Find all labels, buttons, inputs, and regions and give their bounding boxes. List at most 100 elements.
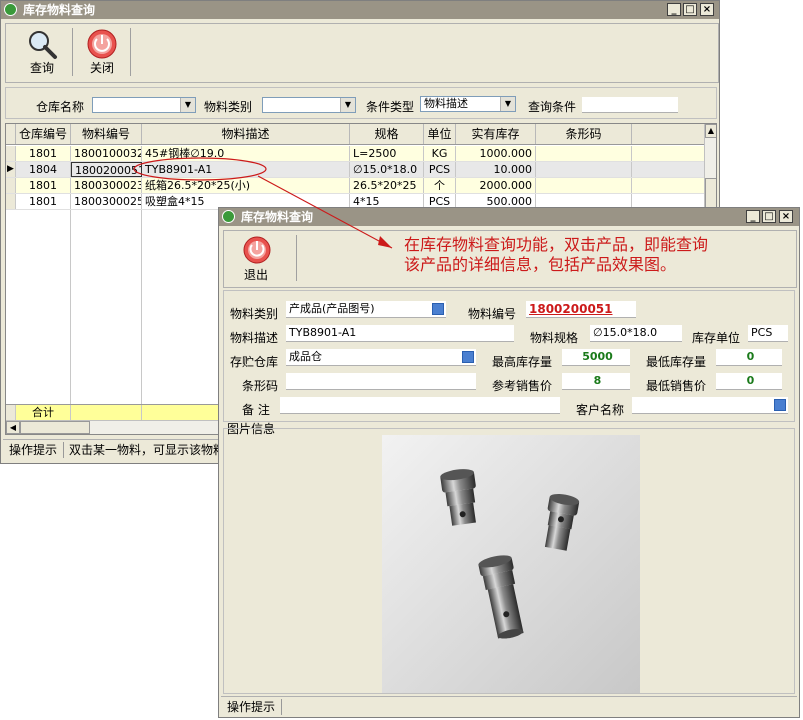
- max-stock-field[interactable]: 5000: [562, 349, 630, 366]
- min-stock-value: 0: [746, 350, 755, 363]
- cell-spec: 26.5*20*25: [350, 178, 424, 193]
- col-spec[interactable]: 规格: [350, 124, 424, 144]
- annotation-line-2: 该产品的详细信息，包括产品效果图。: [404, 255, 677, 274]
- remark-field[interactable]: [280, 397, 560, 414]
- min-price-value: 0: [746, 374, 755, 387]
- minimize-button[interactable]: _: [746, 210, 760, 223]
- warehouse-select[interactable]: ▼: [92, 97, 196, 113]
- total-label: 合计: [16, 405, 71, 420]
- main-window-title: 库存物料查询: [23, 3, 96, 17]
- scroll-left-icon[interactable]: ◀: [6, 421, 20, 434]
- detail-window: 库存物料查询 _ □ × 退出 在库存物料查询功能，双击产品，即能查询 该产品的…: [218, 207, 800, 718]
- category-value: 产成品(产品图号): [289, 302, 375, 315]
- col-unit[interactable]: 单位: [424, 124, 456, 144]
- customer-field[interactable]: [632, 397, 788, 414]
- power-icon: [243, 236, 271, 264]
- scroll-thumb[interactable]: [705, 178, 716, 208]
- query-label: 查询: [29, 61, 54, 75]
- lookup-icon[interactable]: [432, 303, 444, 315]
- annotation-note: 在库存物料查询功能，双击产品，即能查询 该产品的详细信息，包括产品效果图。: [404, 235, 794, 275]
- scroll-up-icon[interactable]: ▲: [705, 124, 716, 138]
- cell-warehouse-code: 1801: [16, 146, 71, 161]
- chevron-down-icon: ▼: [180, 98, 195, 112]
- filter-bar: 仓库名称 ▼ 物料类别 ▼ 条件类型 物料描述 ▼ 查询条件: [5, 87, 717, 119]
- code-label: 物料编号: [468, 307, 517, 321]
- min-stock-field[interactable]: 0: [716, 349, 782, 366]
- cell-stock: 1000.000: [456, 146, 536, 161]
- cell-unit: PCS: [424, 162, 456, 177]
- cell-barcode: [536, 162, 632, 177]
- scroll-thumb-horizontal[interactable]: [20, 421, 90, 434]
- warehouse-field[interactable]: 成品仓: [286, 349, 476, 366]
- col-material-code[interactable]: 物料编号: [71, 124, 142, 144]
- max-stock-value: 5000: [582, 350, 613, 363]
- remark-label: 备 注: [242, 403, 270, 417]
- cell-warehouse-code: 1801: [16, 194, 71, 209]
- maximize-button[interactable]: □: [683, 3, 697, 16]
- min-price-field[interactable]: 0: [716, 373, 782, 390]
- condition-type-select[interactable]: 物料描述 ▼: [420, 96, 516, 112]
- category-field[interactable]: 产成品(产品图号): [286, 301, 446, 318]
- barcode-field[interactable]: [286, 373, 476, 390]
- minimize-button[interactable]: _: [667, 3, 681, 16]
- barcode-label: 条形码: [242, 379, 279, 393]
- cell-material-desc: 纸箱26.5*20*25(小): [142, 178, 350, 193]
- condition-type-value: 物料描述: [424, 97, 468, 110]
- desc-field[interactable]: TYB8901-A1: [286, 325, 514, 342]
- exit-button[interactable]: 退出: [230, 233, 282, 287]
- cell-material-desc: TYB8901-A1: [142, 162, 350, 177]
- desc-value: TYB8901-A1: [289, 326, 357, 339]
- unit-field[interactable]: PCS: [748, 325, 788, 342]
- unit-value: PCS: [751, 326, 773, 339]
- lookup-icon[interactable]: [462, 351, 474, 363]
- table-row[interactable]: 1801 1800100032 45#钢棒∅19.0 L=2500 KG 100…: [6, 146, 704, 162]
- close-window-button[interactable]: ×: [779, 210, 793, 223]
- col-barcode[interactable]: 条形码: [536, 124, 632, 144]
- condition-type-label: 条件类型: [366, 100, 415, 114]
- min-stock-label: 最低库存量: [646, 355, 707, 369]
- query-condition-input[interactable]: [582, 97, 678, 113]
- total-cell: [71, 405, 142, 420]
- power-icon: [87, 29, 117, 59]
- table-row[interactable]: 1801 1800300023 纸箱26.5*20*25(小) 26.5*20*…: [6, 178, 704, 194]
- cell-material-code: 1800100032: [71, 146, 142, 161]
- category-select[interactable]: ▼: [262, 97, 356, 113]
- max-stock-label: 最高库存量: [492, 355, 553, 369]
- cell-unit: KG: [424, 146, 456, 161]
- main-toolbar: 查询 关闭: [5, 23, 719, 83]
- status-divider: [63, 442, 64, 458]
- col-material-desc[interactable]: 物料描述: [142, 124, 350, 144]
- cell-spec: L=2500: [350, 146, 424, 161]
- code-value: 1800200051: [529, 302, 613, 316]
- detail-form: 物料类别 产成品(产品图号) 物料编号 1800200051 物料描述 TYB8…: [223, 290, 795, 422]
- warehouse-label: 仓库名称: [36, 100, 85, 114]
- hint-label: 操作提示: [9, 443, 58, 457]
- col-stock[interactable]: 实有库存: [456, 124, 536, 144]
- table-row-selected[interactable]: ▶ 1804 1800200051 TYB8901-A1 ∅15.0*18.0 …: [6, 162, 704, 178]
- maximize-button[interactable]: □: [762, 210, 776, 223]
- cell-barcode: [536, 178, 632, 193]
- code-field[interactable]: 1800200051: [526, 301, 636, 318]
- spec-field[interactable]: ∅15.0*18.0: [590, 325, 682, 342]
- row-selector: [6, 194, 16, 209]
- hint-text: 双击某一物料，可显示该物料: [69, 443, 226, 457]
- ref-price-field[interactable]: 8: [562, 373, 630, 390]
- warehouse-value: 成品仓: [289, 350, 322, 363]
- image-panel: [223, 428, 795, 694]
- product-photo: [382, 435, 640, 693]
- cell-material-code: 1800200051: [71, 162, 142, 177]
- close-button[interactable]: 关闭: [76, 26, 128, 80]
- detail-window-title: 库存物料查询: [241, 210, 314, 224]
- toolbar-divider: [72, 28, 73, 76]
- cell-warehouse-code: 1801: [16, 178, 71, 193]
- lookup-icon[interactable]: [774, 399, 786, 411]
- app-icon: [222, 210, 235, 223]
- query-button[interactable]: 查询: [16, 26, 68, 80]
- grid-column-line: [141, 210, 142, 404]
- col-warehouse-code[interactable]: 仓库编号: [16, 124, 71, 144]
- chevron-down-icon: ▼: [340, 98, 355, 112]
- close-window-button[interactable]: ×: [700, 3, 714, 16]
- cell-warehouse-code: 1804: [16, 162, 71, 177]
- detail-title-bar: 库存物料查询 _ □ ×: [219, 208, 799, 226]
- detail-hint-label: 操作提示: [227, 700, 276, 714]
